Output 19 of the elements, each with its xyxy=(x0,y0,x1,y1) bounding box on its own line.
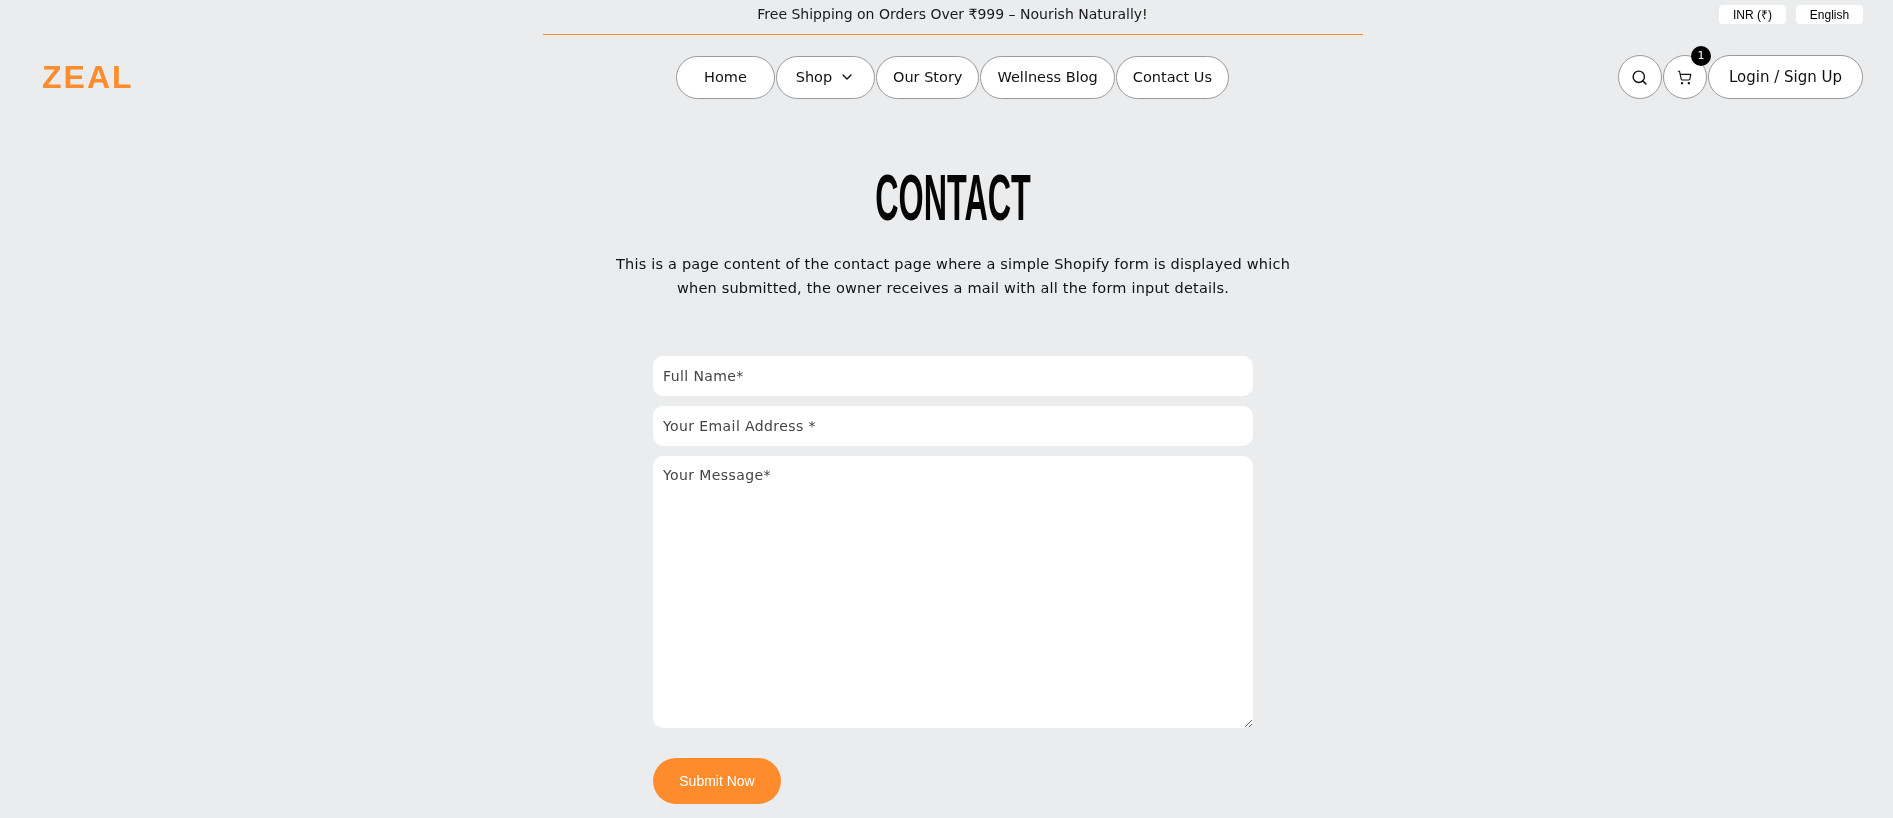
intro-paragraph: This is a page content of the contact page where a simple Shopify form is displayed which when submitted, the owner receives a mail with all the form input details. xyxy=(614,255,1292,298)
cart-icon xyxy=(1677,69,1693,85)
cart-count-badge: 1 xyxy=(1690,46,1711,66)
input-field[interactable]: Your Email Address * xyxy=(653,406,1253,446)
language-selector[interactable]: English xyxy=(1796,5,1863,24)
currency-selector[interactable]: INR (₹) xyxy=(1719,5,1786,24)
nav-label: Shop xyxy=(795,69,833,85)
search-button[interactable] xyxy=(1617,55,1662,99)
search-icon xyxy=(1631,68,1649,86)
login-signup-button[interactable]: Login / Sign Up xyxy=(1707,55,1863,99)
input-field[interactable]: Full Name* xyxy=(653,356,1253,396)
announcement-text: Free Shipping on Orders Over ₹999 – Nourish Naturally! xyxy=(757,6,1148,23)
nav-link[interactable]: Our Story xyxy=(875,55,980,99)
nav-link[interactable]: Wellness Blog xyxy=(980,55,1115,99)
nav-link[interactable]: Home xyxy=(675,55,775,99)
message-field[interactable]: Your Message* xyxy=(653,456,1253,728)
page-title: CONTACT xyxy=(875,166,1031,230)
nav-link[interactable]: Contact Us xyxy=(1115,55,1229,99)
nav-dropdown-link[interactable]: Shop xyxy=(775,55,875,99)
